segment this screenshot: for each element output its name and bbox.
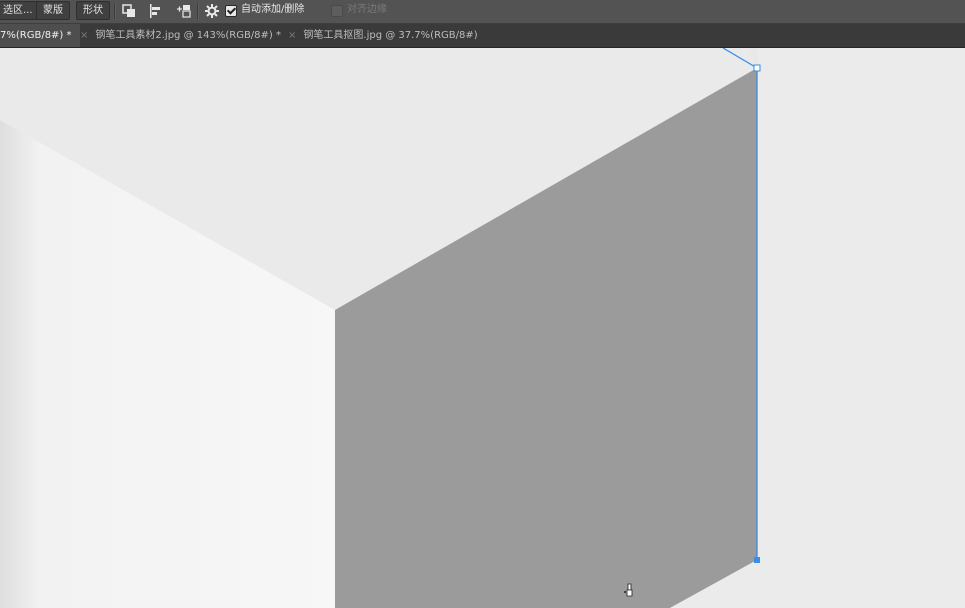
auto-add-delete-label: 自动添加/删除 — [241, 4, 305, 15]
tab-close-icon[interactable]: × — [80, 30, 88, 41]
options-bar: 选区... 蒙版 形状 自动添加/删除 对齐边缘 — [0, 0, 965, 24]
toolbar-divider — [114, 3, 116, 19]
document-canvas[interactable] — [0, 48, 965, 608]
selection-button[interactable]: 选区... — [0, 1, 40, 20]
shape-button[interactable]: 形状 — [76, 1, 110, 20]
gear-icon[interactable] — [204, 3, 220, 19]
align-edges-checkbox[interactable] — [331, 5, 343, 17]
anchor-point[interactable] — [753, 64, 761, 72]
path-alignment-icon[interactable] — [148, 3, 164, 19]
document-tab-bar: 7%(RGB/8#) * × 钢笔工具素材2.jpg @ 143%(RGB/8#)… — [0, 24, 965, 48]
toolbar-divider — [197, 3, 199, 19]
path-operations-icon[interactable] — [121, 3, 137, 19]
mask-button[interactable]: 蒙版 — [36, 1, 70, 20]
path-arrangement-icon[interactable] — [176, 3, 192, 19]
tab-pen-tool-cutout[interactable]: × 钢笔工具抠图.jpg @ 37.7%(RGB/8#) — [280, 24, 486, 47]
canvas-image — [0, 48, 965, 608]
tab-current-document[interactable]: 7%(RGB/8#) * — [0, 24, 80, 47]
tab-close-icon[interactable]: × — [288, 30, 296, 41]
tab-label: 7%(RGB/8#) * — [0, 30, 72, 41]
auto-add-delete-checkbox[interactable] — [225, 5, 237, 17]
tab-pen-tool-material-2[interactable]: × 钢笔工具素材2.jpg @ 143%(RGB/8#) * — [72, 24, 289, 47]
tab-label: 钢笔工具抠图.jpg @ 37.7%(RGB/8#) — [303, 30, 478, 41]
tab-label: 钢笔工具素材2.jpg @ 143%(RGB/8#) * — [95, 30, 282, 41]
anchor-point-selected[interactable] — [754, 557, 760, 563]
align-edges-label: 对齐边缘 — [347, 4, 387, 15]
